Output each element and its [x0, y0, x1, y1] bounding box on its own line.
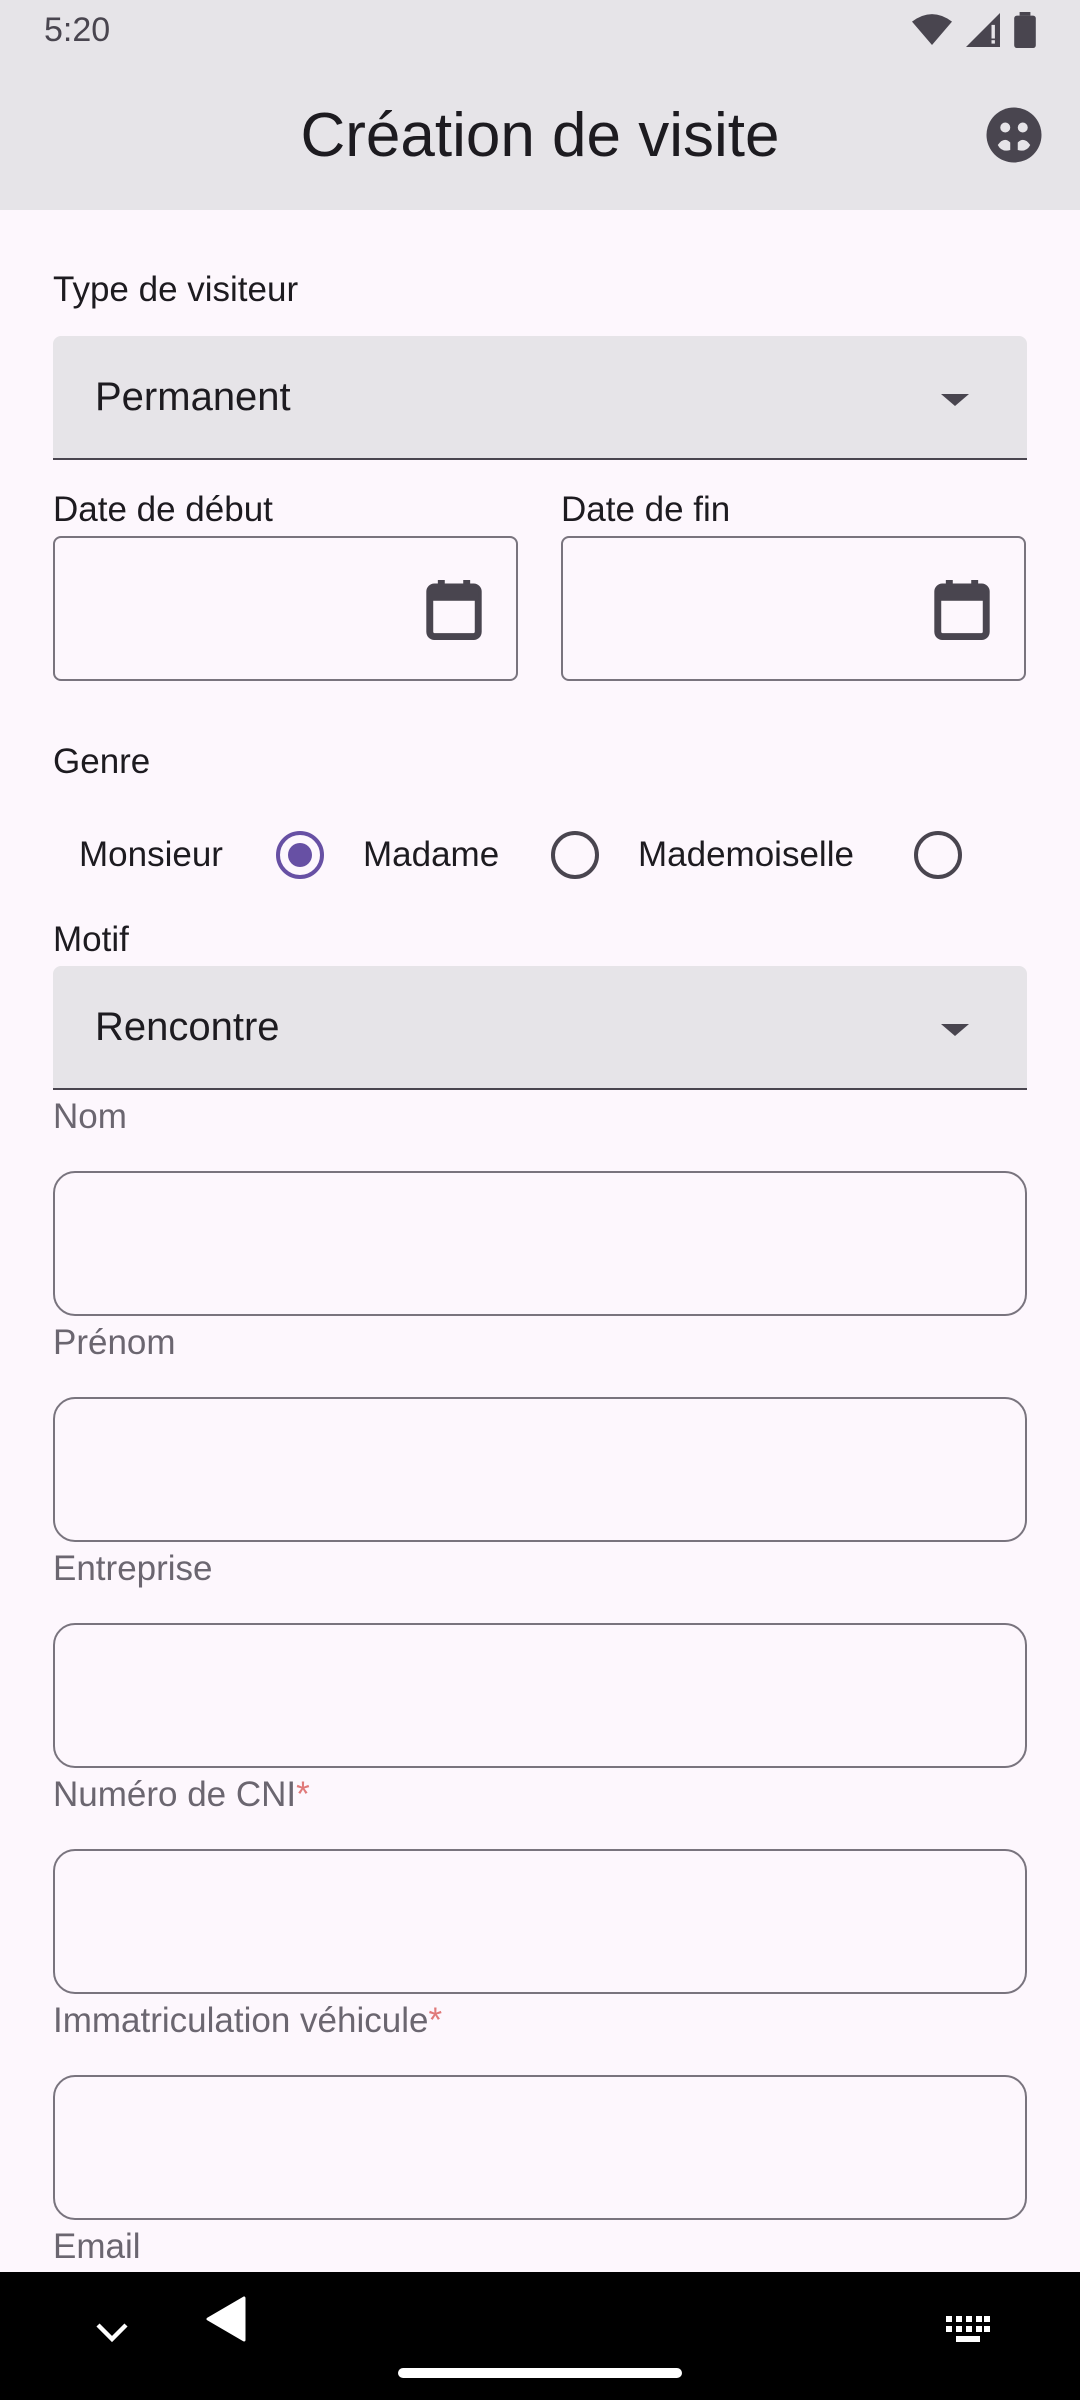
radio-mademoiselle[interactable] [914, 831, 962, 879]
start-date-field[interactable] [53, 536, 518, 681]
back-icon[interactable] [206, 2296, 246, 2342]
required-mark: * [428, 2001, 443, 2040]
start-date-label: Date de début [53, 490, 273, 529]
visitor-type-value: Permanent [95, 374, 291, 419]
radio-monsieur[interactable] [276, 831, 324, 879]
status-time: 5:20 [44, 10, 111, 49]
required-mark: * [296, 1775, 310, 1814]
email-label: Email [53, 2227, 141, 2266]
home-handle[interactable] [398, 2368, 682, 2378]
nom-label: Nom [53, 1097, 127, 1136]
face-icon[interactable] [984, 105, 1044, 165]
visit-form: Type de visiteur Permanent Date de début… [0, 210, 1080, 2272]
wifi-icon [912, 14, 952, 45]
radio-label-mademoiselle: Mademoiselle [638, 835, 854, 874]
entreprise-label: Entreprise [53, 1549, 213, 1588]
cni-label-text: Numéro de CNI [53, 1775, 297, 1814]
status-icons [912, 12, 1036, 48]
prenom-input[interactable] [53, 1397, 1027, 1542]
gender-label: Genre [53, 742, 151, 781]
calendar-icon[interactable] [934, 580, 990, 640]
visitor-type-dropdown[interactable]: Permanent [53, 336, 1027, 460]
radio-madame[interactable] [551, 831, 599, 879]
calendar-icon[interactable] [426, 580, 482, 640]
immatriculation-label-text: Immatriculation véhicule [53, 2001, 429, 2040]
app-bar: Création de visite [0, 60, 1080, 210]
end-date-label: Date de fin [561, 490, 731, 529]
cni-label: Numéro de CNI* [53, 1775, 310, 1815]
battery-icon [1014, 12, 1036, 48]
chevron-down-icon[interactable] [96, 2322, 128, 2344]
dropdown-arrow-icon [941, 1024, 969, 1036]
motif-value: Rencontre [95, 1004, 280, 1049]
gender-radio-group: Monsieur Madame Mademoiselle [53, 815, 1027, 895]
prenom-label: Prénom [53, 1323, 176, 1362]
entreprise-input[interactable] [53, 1623, 1027, 1768]
end-date-field[interactable] [561, 536, 1026, 681]
keyboard-icon[interactable] [946, 2316, 990, 2344]
immatriculation-input[interactable] [53, 2075, 1027, 2220]
motif-dropdown[interactable]: Rencontre [53, 966, 1027, 1090]
visitor-type-label: Type de visiteur [53, 270, 299, 309]
signal-icon [966, 13, 1000, 47]
dropdown-arrow-icon [941, 394, 969, 406]
page-title: Création de visite [300, 100, 780, 170]
motif-label: Motif [53, 920, 129, 959]
system-nav-bar [0, 2272, 1080, 2400]
cni-input[interactable] [53, 1849, 1027, 1994]
status-bar: 5:20 [0, 0, 1080, 60]
nom-input[interactable] [53, 1171, 1027, 1316]
radio-label-monsieur: Monsieur [79, 835, 223, 874]
radio-label-madame: Madame [363, 835, 500, 874]
immatriculation-label: Immatriculation véhicule* [53, 2001, 442, 2041]
